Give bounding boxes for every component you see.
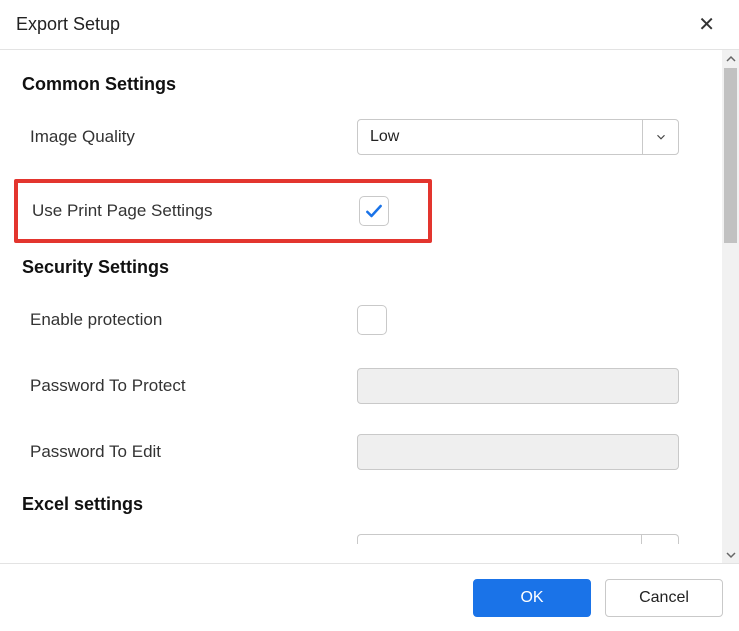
- checkmark-icon: [364, 201, 384, 221]
- dialog-body: Common Settings Image Quality Low Use Pr…: [0, 50, 739, 563]
- select-divider: [641, 535, 642, 544]
- section-title-excel: Excel settings: [22, 494, 710, 515]
- highlighted-use-print-page-settings: Use Print Page Settings: [14, 179, 432, 243]
- row-password-edit: Password To Edit: [22, 428, 710, 476]
- ok-button[interactable]: OK: [473, 579, 591, 617]
- enable-protection-label: Enable protection: [22, 310, 357, 330]
- chevron-up-icon: [726, 54, 736, 64]
- chevron-down-icon: [642, 120, 678, 154]
- excel-select-partial[interactable]: [357, 534, 679, 544]
- titlebar: Export Setup ✕: [0, 0, 739, 50]
- dialog-footer: OK Cancel: [0, 563, 739, 631]
- dialog-title: Export Setup: [16, 14, 120, 35]
- use-print-page-label: Use Print Page Settings: [24, 201, 359, 221]
- section-title-common: Common Settings: [22, 74, 710, 95]
- enable-protection-checkbox[interactable]: [357, 305, 387, 335]
- password-edit-label: Password To Edit: [22, 442, 357, 462]
- chevron-down-icon: [726, 550, 736, 560]
- use-print-page-checkbox[interactable]: [359, 196, 389, 226]
- row-enable-protection: Enable protection: [22, 296, 710, 344]
- close-icon: ✕: [698, 14, 715, 36]
- row-use-print-page: Use Print Page Settings: [24, 193, 420, 229]
- cancel-button[interactable]: Cancel: [605, 579, 723, 617]
- close-button[interactable]: ✕: [690, 11, 723, 39]
- scroll-down-button[interactable]: [722, 546, 739, 563]
- image-quality-label: Image Quality: [22, 127, 357, 147]
- image-quality-value: Low: [370, 128, 399, 146]
- export-setup-dialog: Export Setup ✕ Common Settings Image Qua…: [0, 0, 739, 631]
- vertical-scrollbar[interactable]: [722, 50, 739, 563]
- scroll-thumb[interactable]: [724, 68, 737, 243]
- content-area: Common Settings Image Quality Low Use Pr…: [0, 50, 722, 563]
- password-protect-label: Password To Protect: [22, 376, 357, 396]
- row-password-protect: Password To Protect: [22, 362, 710, 410]
- scroll-up-button[interactable]: [722, 50, 739, 67]
- row-excel-partial: [22, 533, 710, 545]
- excel-partial-label: [22, 534, 357, 544]
- row-image-quality: Image Quality Low: [22, 113, 710, 161]
- section-title-security: Security Settings: [22, 257, 710, 278]
- password-edit-input[interactable]: [357, 434, 679, 470]
- image-quality-select[interactable]: Low: [357, 119, 679, 155]
- password-protect-input[interactable]: [357, 368, 679, 404]
